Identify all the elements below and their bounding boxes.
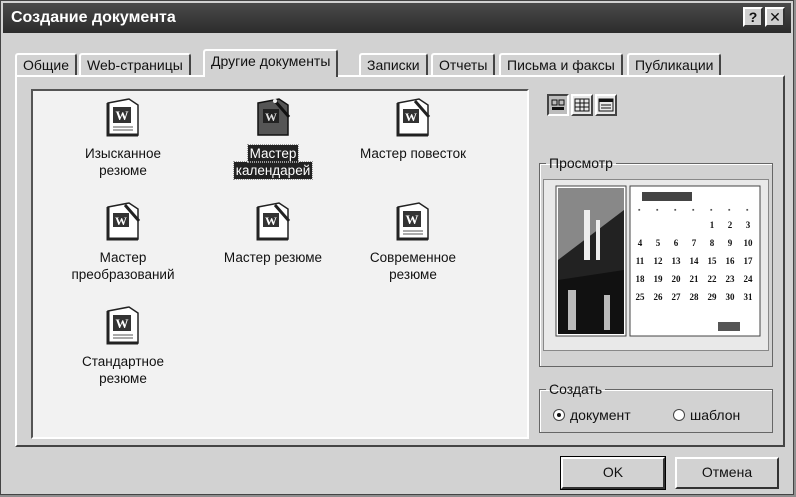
- preview-image: ▪ ▪ ▪ ▪ ▪ ▪ ▪ 1 2 3 4 5 6 7 8 9 10 11 12 13 1…: [543, 179, 769, 351]
- ok-button[interactable]: OK: [560, 456, 666, 490]
- template-item-elegant-resume[interactable]: W Изысканное резюме: [53, 97, 193, 187]
- calendar-day: 2: [728, 220, 733, 230]
- tab-other-documents[interactable]: Другие документы: [203, 49, 339, 77]
- tab-web-pages[interactable]: Web-страницы: [79, 53, 191, 75]
- tab-publications[interactable]: Публикации: [627, 53, 722, 75]
- radio-document-label: документ: [570, 407, 631, 423]
- tab-reports[interactable]: Отчеты: [431, 53, 496, 75]
- calendar-day: 7: [692, 238, 697, 248]
- calendar-day: 20: [672, 274, 682, 284]
- radio-document[interactable]: документ: [553, 407, 631, 423]
- radio-template[interactable]: шаблон: [673, 407, 740, 423]
- calendar-day: 1: [710, 220, 715, 230]
- window-title: Создание документа: [11, 9, 176, 26]
- calendar-day: 22: [708, 274, 718, 284]
- list-view-button[interactable]: [571, 94, 593, 116]
- template-label: Изысканное резюме: [85, 146, 161, 178]
- help-button[interactable]: ?: [743, 7, 763, 27]
- calendar-day: 17: [744, 256, 754, 266]
- calendar-day: 12: [654, 256, 664, 266]
- calendar-day: 27: [672, 292, 682, 302]
- template-label: Современное резюме: [369, 250, 457, 282]
- calendar-preview: ▪ ▪ ▪ ▪ ▪ ▪ ▪ 1 2 3 4 5 6 7 8 9 10 11 12 13 1…: [544, 180, 768, 350]
- calendar-day: 8: [710, 238, 715, 248]
- template-item-resume-wizard[interactable]: W Мастер резюме: [203, 201, 343, 291]
- template-label: Мастер календарей: [232, 144, 314, 180]
- calendar-day: 19: [654, 274, 664, 284]
- calendar-day: 4: [638, 238, 643, 248]
- calendar-day: 9: [728, 238, 733, 248]
- word-wizard-icon: W: [256, 202, 291, 241]
- tab-general[interactable]: Общие: [15, 53, 78, 75]
- calendar-day: 14: [690, 256, 700, 266]
- calendar-day: 6: [674, 238, 679, 248]
- create-as-label: Создать: [549, 381, 603, 397]
- word-document-icon: W: [396, 202, 429, 241]
- template-label: Стандартное резюме: [82, 354, 164, 386]
- calendar-day: 3: [746, 220, 751, 230]
- radio-document-indicator[interactable]: [553, 409, 565, 421]
- template-item-standard-resume[interactable]: W Стандартное резюме: [53, 305, 193, 395]
- calendar-day: 18: [636, 274, 646, 284]
- template-item-agenda-wizard[interactable]: W Мастер повесток: [343, 97, 483, 187]
- calendar-day: 23: [726, 274, 736, 284]
- calendar-day: 24: [744, 274, 754, 284]
- calendar-day: 26: [654, 292, 664, 302]
- tab-letters-faxes[interactable]: Письма и факсы: [499, 53, 623, 75]
- calendar-day: 5: [656, 238, 661, 248]
- calendar-day: 25: [636, 292, 646, 302]
- calendar-day: 21: [690, 274, 700, 284]
- preview-label: Просмотр: [549, 155, 613, 171]
- radio-template-label: шаблон: [690, 407, 741, 423]
- cancel-button[interactable]: Отмена: [675, 457, 779, 489]
- word-document-icon: W: [106, 306, 139, 345]
- word-wizard-icon: W: [106, 202, 141, 241]
- calendar-day: 29: [708, 292, 718, 302]
- details-view-button[interactable]: [595, 94, 617, 116]
- template-item-conversion-wizard[interactable]: W Мастер преобразований: [53, 201, 193, 291]
- calendar-day: 10: [744, 238, 754, 248]
- details-view-icon: [598, 98, 614, 112]
- list-view-icon: [574, 98, 590, 112]
- svg-text:W: W: [265, 214, 277, 228]
- word-wizard-icon: W: [257, 98, 291, 136]
- calendar-day: 28: [690, 292, 700, 302]
- calendar-day: 11: [636, 256, 645, 266]
- templates-list[interactable]: W Изысканноерезюме W Мастеркалендарей: [31, 89, 529, 439]
- word-wizard-icon: W: [396, 98, 431, 137]
- calendar-day: 30: [726, 292, 736, 302]
- new-document-dialog: Создание документа ? ✕ Общие Web-страниц…: [0, 0, 794, 495]
- template-label: Мастер преобразований: [71, 250, 175, 282]
- title-bar[interactable]: Создание документа ? ✕: [3, 3, 791, 33]
- template-label: Мастер повесток: [360, 146, 466, 161]
- template-item-contemporary-resume[interactable]: W Современное резюме: [343, 201, 483, 291]
- svg-text:W: W: [265, 110, 277, 124]
- tab-memos[interactable]: Записки: [359, 53, 428, 75]
- template-label: Мастер резюме: [223, 250, 323, 265]
- word-document-icon: W: [106, 98, 139, 137]
- large-icons-view-icon: [551, 99, 565, 110]
- svg-text:W: W: [406, 212, 419, 227]
- calendar-day: 16: [726, 256, 736, 266]
- close-button[interactable]: ✕: [765, 7, 785, 27]
- calendar-day: 15: [708, 256, 718, 266]
- calendar-day: 31: [744, 292, 754, 302]
- large-icons-view-button[interactable]: [547, 94, 569, 116]
- radio-template-indicator[interactable]: [673, 409, 685, 421]
- template-item-calendar-wizard[interactable]: W Мастер календарей: [203, 97, 343, 187]
- svg-text:W: W: [116, 316, 129, 331]
- svg-text:W: W: [405, 110, 417, 124]
- svg-text:W: W: [116, 108, 129, 123]
- svg-text:W: W: [115, 214, 127, 228]
- calendar-day: 13: [672, 256, 682, 266]
